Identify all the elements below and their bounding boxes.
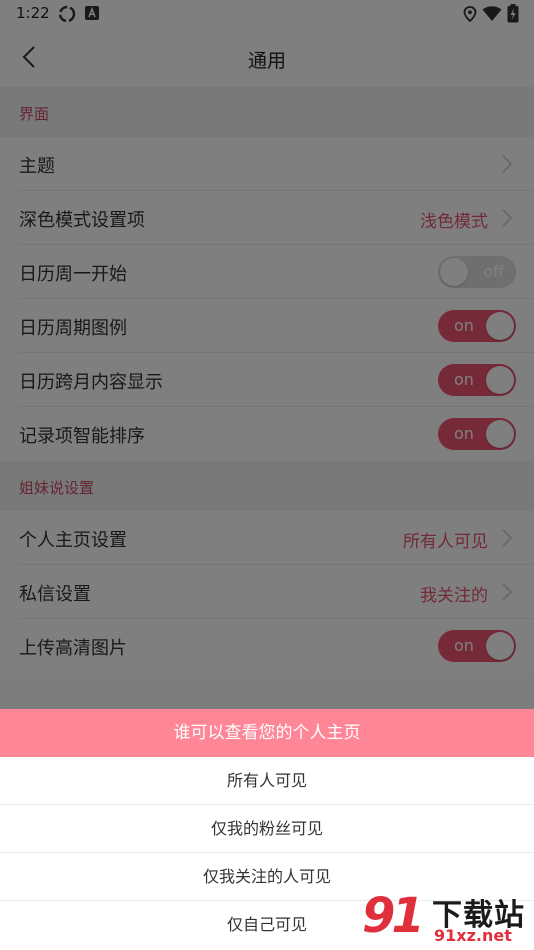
option-followers-only[interactable]: 仅我的粉丝可见 <box>0 805 534 853</box>
watermark-91: 91 <box>362 888 425 944</box>
sheet-title: 谁可以查看您的个人主页 <box>0 709 534 757</box>
watermark-url: 91xz.net <box>434 926 512 945</box>
watermark-logo: 91 下载站 91xz.net <box>362 888 534 950</box>
option-everyone[interactable]: 所有人可见 <box>0 757 534 805</box>
